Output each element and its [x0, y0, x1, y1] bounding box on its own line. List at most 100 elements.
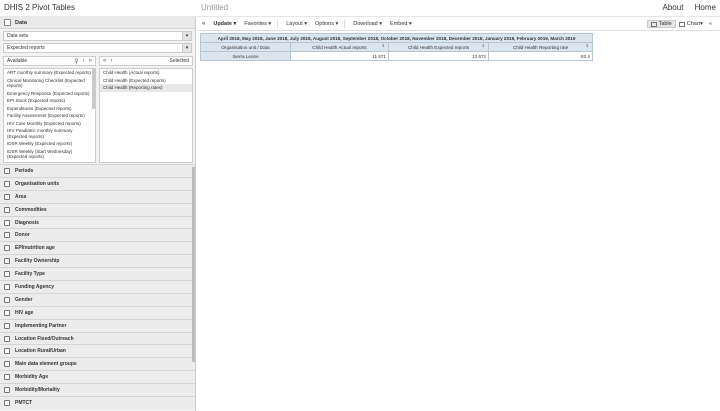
about-link[interactable]: About	[663, 3, 684, 12]
section-morbidity-mortality[interactable]: Morbidity/Mortality	[0, 383, 195, 397]
table-cell[interactable]: 11 571	[290, 51, 389, 61]
main-panel: « Update ▾ Favorites ▾ Layout ▾ Options …	[197, 17, 720, 411]
list-item[interactable]: Child Health (Expected reports)	[100, 77, 192, 85]
chart-view-button[interactable]: Chart ▾	[676, 20, 706, 28]
metric-select[interactable]: Expected reports ▾	[3, 43, 192, 53]
list-item[interactable]: Facility Assessment (Expected reports)	[4, 112, 95, 120]
column-header[interactable]: Child Health Reporting rate ⇕	[488, 42, 593, 52]
table-cell[interactable]: 13 672	[388, 51, 489, 61]
section-label: Facility Type	[15, 271, 45, 278]
selected-list[interactable]: Child Health (Actual reports) Child Heal…	[99, 68, 193, 163]
section-periods[interactable]: Periods	[0, 164, 195, 177]
section-morbidity-age[interactable]: Morbidity Age	[0, 370, 195, 384]
section-facility-type[interactable]: Facility Type	[0, 267, 195, 281]
toolbar: « Update ▾ Favorites ▾ Layout ▾ Options …	[197, 17, 720, 31]
sort-icon[interactable]: ⇕	[382, 43, 385, 48]
column-header-label: Child Health Actual reports	[312, 44, 367, 50]
list-item[interactable]: Child Health (Reporting rates)	[100, 84, 192, 92]
data-type-select[interactable]: Data sets ▾	[3, 31, 192, 41]
table-label: Table	[658, 21, 672, 27]
list-item[interactable]: Expenditures (Expected reports)	[4, 105, 95, 113]
section-hiv-age[interactable]: HIV age	[0, 305, 195, 319]
section-label: Organisation units	[15, 180, 60, 187]
favorites-menu[interactable]: Favorites ▾	[244, 21, 271, 27]
data-panel-title: Data	[15, 19, 27, 26]
list-item[interactable]: EPI Stock (Expected reports)	[4, 97, 95, 105]
list-item[interactable]: Child Health (Actual reports)	[100, 69, 192, 77]
layout-button[interactable]: Layout ▾	[286, 21, 307, 27]
section-diagnosis[interactable]: Diagnosis	[0, 215, 195, 229]
dimension-sections: Periods Organisation units Area Commodit…	[0, 164, 195, 409]
dimension-icon	[4, 309, 10, 316]
section-main-data-element-groups[interactable]: Main data element groups	[0, 357, 195, 371]
view-switcher: Table Chart ▾ «	[646, 20, 715, 28]
dimension-icon	[4, 283, 10, 290]
options-button[interactable]: Options ▾	[315, 21, 338, 27]
dimension-icon	[4, 219, 10, 226]
list-item[interactable]: IDSR Weekly (Start Wednesday) (Expected …	[4, 148, 95, 161]
select-one-arrow-icon[interactable]: ›	[83, 58, 85, 64]
collapse-sidebar-button[interactable]: «	[202, 21, 205, 27]
metric-value: Expected reports	[7, 45, 45, 51]
chart-icon	[678, 21, 685, 27]
section-label: Location Rural/Urban	[15, 348, 66, 355]
dimension-icon	[4, 232, 10, 239]
home-link[interactable]: Home	[695, 3, 716, 12]
list-item[interactable]: HIV Peadiatric monthly summary (Expected…	[4, 127, 95, 140]
section-implementing-partner[interactable]: Implementing Partner	[0, 318, 195, 332]
section-label: Main data element groups	[15, 361, 77, 368]
embed-menu[interactable]: Embed ▾	[390, 21, 412, 27]
update-button[interactable]: Update ▾	[213, 21, 236, 27]
section-organisation-units[interactable]: Organisation units	[0, 176, 195, 190]
section-epi-nutrition-age[interactable]: EPI/nutrition age	[0, 241, 195, 255]
sort-icon[interactable]: ⇕	[482, 43, 485, 48]
expand-button[interactable]: «	[706, 20, 715, 28]
data-panel-header[interactable]: Data	[0, 17, 195, 29]
list-item[interactable]: Emergency Response (Expected reports)	[4, 90, 95, 98]
app-title: DHIS 2 Pivot Tables	[4, 3, 75, 12]
dimension-icon	[4, 361, 10, 368]
section-label: Donor	[15, 232, 30, 239]
section-label: Commodities	[15, 206, 47, 213]
column-header[interactable]: Child Health Expected reports ⇕	[388, 42, 489, 52]
toolbar-divider	[277, 19, 279, 28]
sidebar-scrollbar[interactable]	[192, 167, 195, 362]
section-location-rural-urban[interactable]: Location Rural/Urban	[0, 344, 195, 358]
section-label: Funding Agency	[15, 283, 54, 290]
list-item[interactable]: ART monthly summary (Expected reports)	[4, 69, 95, 77]
available-list-scrollbar[interactable]	[92, 69, 95, 109]
table-cell[interactable]: 82.4	[488, 51, 593, 61]
section-commodities[interactable]: Commodities	[0, 202, 195, 216]
row-header: Sierra Leone	[200, 51, 291, 61]
table-view-button[interactable]: Table	[646, 20, 676, 28]
section-location-fixed-outreach[interactable]: Location Fixed/Outreach	[0, 331, 195, 345]
sort-icon[interactable]: ⇕	[586, 43, 589, 48]
dimension-icon	[4, 348, 10, 355]
list-item[interactable]: HIV Care Monthly (Expected reports)	[4, 120, 95, 128]
chart-label: Chart	[686, 21, 701, 27]
column-header-label: Child Health Reporting rate	[512, 44, 569, 50]
column-header[interactable]: Child Health Actual reports ⇕	[290, 42, 389, 52]
download-menu[interactable]: Download ▾	[353, 21, 382, 27]
list-item[interactable]: Clinical Monitoring Checklist (Expected …	[4, 77, 95, 90]
section-label: Morbidity Age	[15, 374, 49, 381]
available-list[interactable]: ART monthly summary (Expected reports) C…	[3, 68, 96, 163]
section-pmtct[interactable]: PMTCT	[0, 396, 195, 409]
section-facility-ownership[interactable]: Facility Ownership	[0, 254, 195, 268]
deselect-all-arrow-icon[interactable]: «	[103, 58, 106, 64]
dimension-icon	[4, 206, 10, 213]
deselect-one-arrow-icon[interactable]: ‹	[110, 58, 112, 64]
layout-label: Layout	[286, 20, 303, 27]
section-donor[interactable]: Donor	[0, 228, 195, 242]
column-header-label: Child Health Expected reports	[407, 44, 470, 50]
section-gender[interactable]: Gender	[0, 292, 195, 306]
search-icon[interactable]: ⚲	[74, 58, 78, 65]
select-all-arrow-icon[interactable]: »	[89, 58, 92, 64]
dimension-icon	[4, 296, 10, 303]
section-funding-agency[interactable]: Funding Agency	[0, 280, 195, 293]
selected-label: Selected	[169, 58, 189, 64]
list-item[interactable]: IDSR Weekly (Expected reports)	[4, 140, 95, 148]
favorites-label: Favorites	[244, 20, 267, 27]
section-area[interactable]: Area	[0, 189, 195, 203]
data-type-value: Data sets	[7, 33, 29, 39]
